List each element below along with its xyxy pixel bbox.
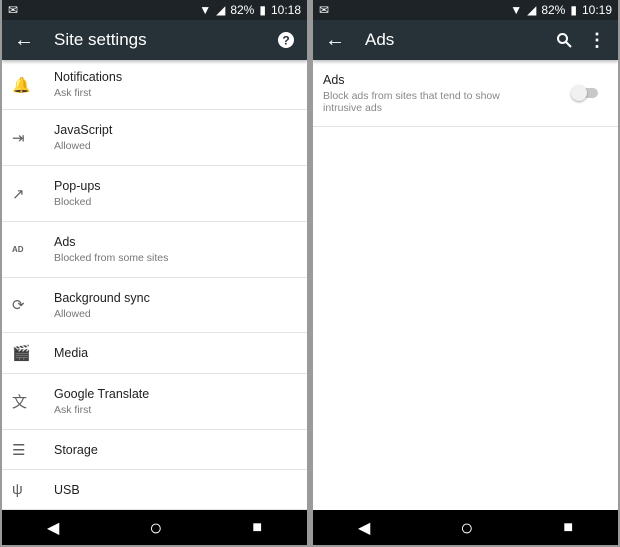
item-summary: Blocked from some sites [54,252,169,264]
sidebar-item-javascript[interactable]: ⇥ JavaScript Allowed [2,110,307,166]
navigation-bar: ◀ ○ ■ [2,510,307,545]
battery-percent: 82% [230,3,255,17]
ads-toggle[interactable] [571,85,598,101]
clock: 10:19 [581,3,612,17]
translate-icon: 文 [12,394,28,411]
item-label: JavaScript [54,123,113,137]
nav-home-icon[interactable]: ○ [149,515,162,541]
ads-description: Block ads from sites that tend to show i… [323,89,500,114]
wifi-icon: ▼ [510,3,523,17]
search-icon[interactable] [556,32,572,48]
nav-back-icon[interactable]: ◀ [47,518,59,538]
signal-icon: ◢ [216,3,226,17]
back-arrow-icon[interactable]: ← [14,29,54,52]
item-label: Background sync [54,290,150,305]
ads-icon: AD [12,245,24,254]
item-label: Storage [54,442,98,457]
signal-icon: ◢ [527,3,537,17]
wifi-icon: ▼ [199,3,212,17]
battery-icon: ▮ [570,3,577,17]
sidebar-item-background-sync[interactable]: ⟳ Background sync Allowed [2,278,307,333]
sidebar-item-media[interactable]: 🎬 Media [2,333,307,374]
storage-icon: ☰ [12,441,26,459]
ads-label: Ads [323,72,345,87]
item-summary: Allowed [54,307,91,320]
item-label: Pop-ups [54,179,101,193]
mail-notification-icon: ✉ [8,3,19,17]
status-bar: ✉ ▼ ◢ 82% ▮ 10:19 [313,0,618,20]
item-summary: Ask first [54,404,92,416]
nav-recents-icon[interactable]: ■ [563,519,573,537]
battery-percent: 82% [541,3,566,17]
item-summary: Ask first [54,87,92,99]
toolbar: ← Site settings ? [2,20,307,60]
sidebar-item-ads[interactable]: AD Ads Blocked from some sites [2,222,307,278]
battery-icon: ▮ [259,3,266,17]
bell-icon: 🔔 [12,76,31,94]
sidebar-item-usb[interactable]: ψ USB [2,470,307,510]
navigation-bar: ◀ ○ ■ [313,510,618,545]
ads-setting-row[interactable]: Ads Block ads from sites that tend to sh… [313,60,618,127]
item-label: Media [54,346,89,360]
sidebar-item-google-translate[interactable]: 文 Google Translate Ask first [2,374,307,430]
ads-screen: ✉ ▼ ◢ 82% ▮ 10:19 ← Ads ⋮ Ads Block ads … [313,0,618,545]
item-label: Google Translate [54,387,150,401]
mail-notification-icon: ✉ [319,3,330,17]
nav-home-icon[interactable]: ○ [460,515,473,541]
sidebar-item-storage[interactable]: ☰ Storage [2,430,307,470]
page-title: Site settings [54,30,147,49]
site-settings-screen: ✉ ▼ ◢ 82% ▮ 10:18 ← Site settings ? 🔔 Not… [2,0,307,545]
nav-recents-icon[interactable]: ■ [252,519,262,537]
item-summary: Blocked [54,196,92,208]
item-label: Notifications [54,70,123,84]
toolbar: ← Ads ⋮ [313,20,618,60]
media-icon: 🎬 [12,345,31,362]
javascript-icon: ⇥ [12,129,25,147]
item-label: Ads [54,235,76,249]
usb-icon: ψ [12,481,23,498]
help-icon[interactable]: ? [277,31,295,49]
more-options-icon[interactable]: ⋮ [588,30,606,51]
svg-text:?: ? [282,34,289,48]
popup-icon: ↗ [12,185,25,203]
status-bar: ✉ ▼ ◢ 82% ▮ 10:18 [2,0,307,20]
back-arrow-icon[interactable]: ← [325,29,365,52]
nav-back-icon[interactable]: ◀ [358,518,370,538]
page-title: Ads [365,30,395,49]
sidebar-item-notifications[interactable]: 🔔 Notifications Ask first [2,60,307,110]
sync-icon: ⟳ [12,297,25,314]
clock: 10:18 [270,3,301,17]
item-summary: Allowed [54,140,91,152]
item-label: USB [54,482,80,497]
sidebar-item-pop-ups[interactable]: ↗ Pop-ups Blocked [2,166,307,222]
